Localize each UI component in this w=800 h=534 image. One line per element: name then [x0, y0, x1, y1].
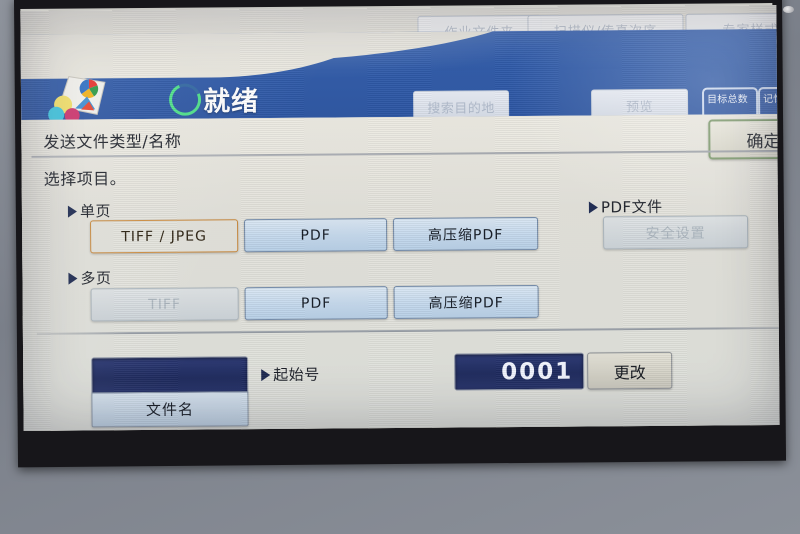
pdf-security-settings-button[interactable]: 安全设置: [602, 215, 749, 250]
triangle-icon: [68, 272, 78, 285]
page-title: 发送文件类型/名称: [43, 131, 182, 152]
indicator-led: [783, 6, 794, 13]
start-number-label: 起始号: [261, 364, 320, 385]
group-label-pdf-file: PDF文件: [588, 196, 663, 218]
multi-page-label-text: 多页: [80, 269, 112, 288]
section-divider: [36, 326, 780, 335]
pdf-file-label-text: PDF文件: [600, 197, 663, 217]
change-button[interactable]: 更改: [587, 351, 673, 390]
ready-ring-icon: [164, 78, 206, 120]
group-label-multi-page: 多页: [68, 267, 112, 288]
settings-panel: 发送文件类型/名称 确定 选择项目。 单页 TIFF / JPEG PDF 高压…: [21, 114, 780, 431]
start-number-value: 0001: [501, 358, 574, 385]
multi-page-high-compression-pdf-button[interactable]: 高压缩PDF: [393, 284, 539, 320]
start-number-display: 0001: [454, 352, 585, 391]
multi-page-pdf-button[interactable]: PDF: [244, 286, 388, 321]
triangle-icon: [588, 201, 598, 214]
device-photo: 作业文件夹 扫描仪/传真次序 专家样式 就绪 设: [0, 0, 800, 534]
ok-button[interactable]: 确定: [708, 118, 780, 160]
status-title: 就绪: [202, 86, 260, 118]
group-label-single-page: 单页: [67, 200, 112, 221]
instruction-text: 选择项目。: [43, 169, 127, 189]
single-page-pdf-button[interactable]: PDF: [244, 218, 388, 253]
single-page-label-text: 单页: [79, 202, 112, 221]
color-document-icon: [48, 76, 106, 120]
triangle-icon: [67, 205, 77, 218]
lcd-screen: 作业文件夹 扫描仪/传真次序 专家样式 就绪 设: [20, 5, 780, 431]
triangle-icon: [261, 369, 271, 382]
single-page-tiff-jpeg-button[interactable]: TIFF / JPEG: [90, 219, 239, 254]
destination-total-label: 目标总数: [707, 94, 748, 106]
filename-button[interactable]: 文件名: [91, 391, 249, 428]
status-header: 就绪 设置原稿并指定目的地 搜索目的地 预览 目标总数 0 记忆 100%: [20, 29, 778, 120]
multi-page-tiff-button[interactable]: TIFF: [90, 287, 239, 322]
memory-label: 记忆: [763, 93, 778, 106]
single-page-high-compression-pdf-button[interactable]: 高压缩PDF: [393, 216, 539, 252]
start-number-label-text: 起始号: [273, 365, 320, 385]
